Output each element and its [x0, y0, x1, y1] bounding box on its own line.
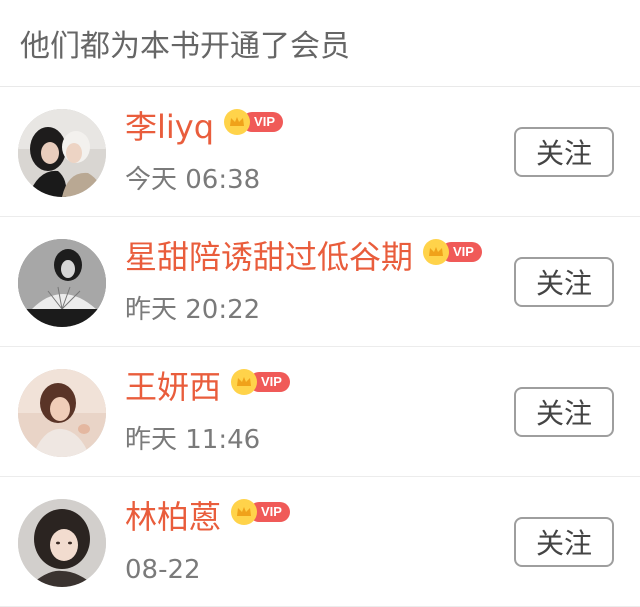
crown-icon — [423, 239, 450, 265]
avatar[interactable] — [18, 109, 106, 197]
follow-button[interactable]: 关注 — [514, 387, 614, 437]
follow-button[interactable]: 关注 — [514, 127, 614, 177]
crown-icon — [231, 369, 258, 395]
name-line: 李liyq VIP — [125, 105, 284, 149]
avatar-photo — [18, 369, 106, 457]
follow-button[interactable]: 关注 — [514, 517, 614, 567]
username[interactable]: 星甜陪诱甜过低谷期 — [125, 235, 413, 279]
follow-button[interactable]: 关注 — [514, 257, 614, 307]
name-line: 星甜陪诱甜过低谷期 VIP — [125, 235, 482, 279]
vip-badge: VIP — [231, 369, 290, 395]
page-header: 他们都为本书开通了会员 — [0, 0, 640, 87]
vip-badge: VIP — [423, 239, 482, 265]
list-item: 李liyq VIP 今天 06:38 关注 — [0, 87, 640, 217]
page-title: 他们都为本书开通了会员 — [20, 29, 350, 64]
avatar[interactable] — [18, 369, 106, 457]
member-list: 李liyq VIP 今天 06:38 关注 星甜陪诱甜过低谷期 VIP 昨天 2… — [0, 87, 640, 607]
vip-badge: VIP — [224, 109, 284, 135]
avatar[interactable] — [18, 239, 106, 327]
avatar-photo — [18, 499, 106, 587]
username[interactable]: 王妍西 — [125, 365, 221, 409]
timestamp: 昨天 20:22 — [125, 295, 261, 325]
list-item: 王妍西 VIP 昨天 11:46 关注 — [0, 347, 640, 477]
list-item: 星甜陪诱甜过低谷期 VIP 昨天 20:22 关注 — [0, 217, 640, 347]
username[interactable]: 林柏蒽 — [125, 495, 221, 539]
vip-badge: VIP — [231, 499, 290, 525]
avatar-photo — [18, 109, 106, 197]
timestamp: 08-22 — [125, 555, 201, 585]
name-line: 王妍西 VIP — [125, 365, 290, 409]
crown-icon — [224, 109, 251, 135]
avatar-photo — [18, 239, 106, 327]
timestamp: 今天 06:38 — [125, 165, 261, 195]
avatar[interactable] — [18, 499, 106, 587]
username[interactable]: 李liyq — [125, 105, 214, 149]
name-line: 林柏蒽 VIP — [125, 495, 290, 539]
timestamp: 昨天 11:46 — [125, 425, 261, 455]
list-item: 林柏蒽 VIP 08-22 关注 — [0, 477, 640, 607]
crown-icon — [231, 499, 258, 525]
